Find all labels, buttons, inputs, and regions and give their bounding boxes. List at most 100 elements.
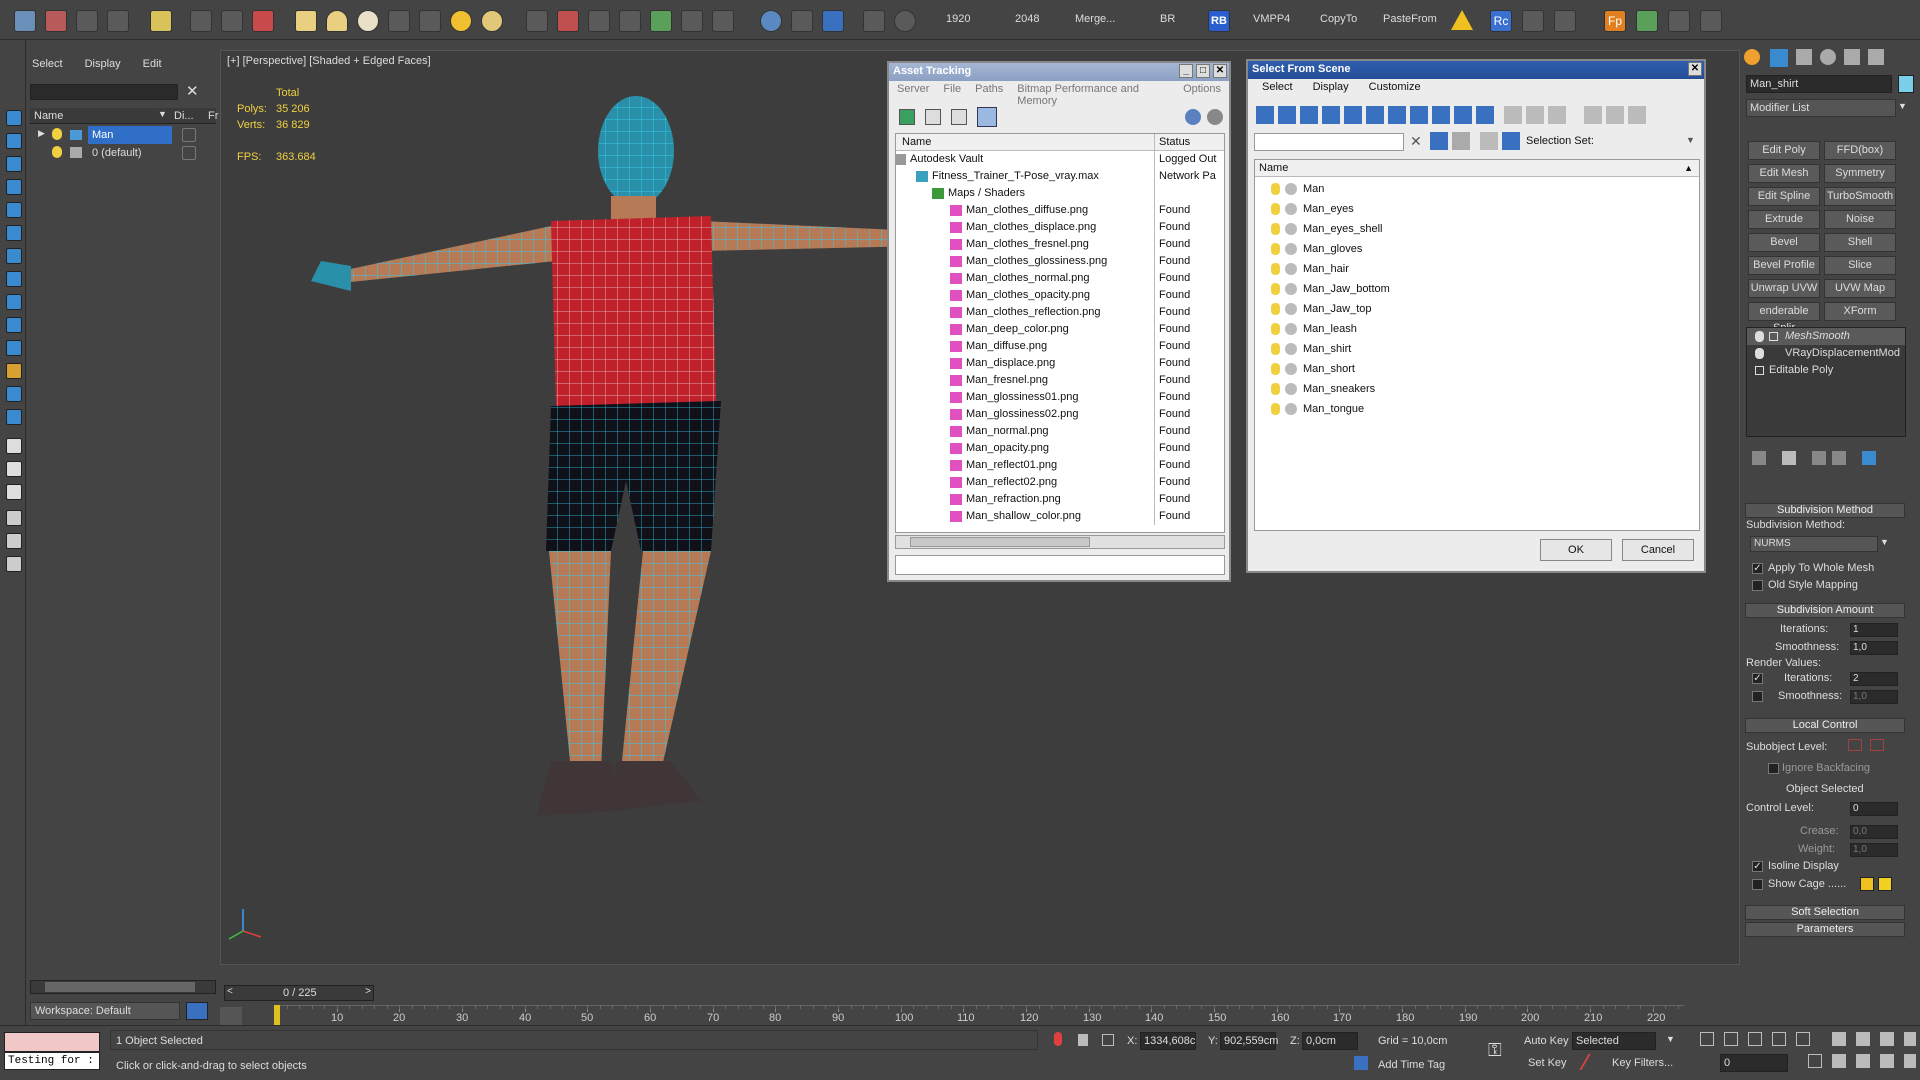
sphere-half-icon[interactable] (326, 10, 348, 32)
dynamics-icon[interactable] (557, 10, 579, 32)
stack-item-meshsmooth[interactable]: MeshSmooth (1747, 328, 1905, 345)
box-icon[interactable] (295, 10, 317, 32)
modify-tab-icon[interactable] (1770, 49, 1788, 67)
modifier-button[interactable]: Symmetry (1824, 164, 1896, 183)
modifier-button[interactable]: Edit Mesh (1748, 164, 1820, 183)
show-end-result-icon[interactable] (1782, 451, 1796, 465)
modifier-button[interactable]: Bevel (1748, 233, 1820, 252)
tree-icon[interactable] (1636, 10, 1658, 32)
maximize-icon[interactable]: □ (1196, 64, 1210, 78)
systems-icon[interactable] (6, 271, 22, 287)
groups-filter-icon[interactable] (1388, 106, 1406, 124)
object-name-field[interactable]: Man_shirt (1746, 75, 1892, 93)
key-icon[interactable]: ⚿ (1488, 1040, 1502, 1061)
sphere-icon[interactable] (357, 10, 379, 32)
select-dependents-icon[interactable] (1452, 132, 1470, 150)
explorer-item-label[interactable]: 0 (default) (88, 144, 142, 162)
goto-end-icon[interactable] (1796, 1032, 1810, 1046)
zoom-extents-icon[interactable] (1880, 1032, 1894, 1046)
groups-icon[interactable] (6, 363, 22, 379)
menu-select[interactable]: Select (1262, 81, 1293, 95)
time-config-icon[interactable] (1808, 1054, 1822, 1068)
asset-hscrollbar[interactable] (895, 535, 1225, 549)
zoom-all-icon[interactable] (1856, 1032, 1870, 1046)
scene-object-row[interactable]: Man_leash (1255, 319, 1699, 339)
control-level-spinner[interactable]: 0 (1850, 802, 1898, 816)
goto-start-icon[interactable] (1700, 1032, 1714, 1046)
explorer-item-layer[interactable]: 0 (default) (30, 144, 216, 162)
unlink-icon[interactable] (76, 10, 98, 32)
isoline-display-checkbox[interactable]: ✓ (1752, 861, 1763, 872)
asset-row[interactable]: Man_reflect02.png Found (896, 474, 1224, 491)
key-filters-button[interactable]: Key Filters... (1612, 1057, 1673, 1069)
vertex-level-icon[interactable] (1848, 739, 1862, 751)
modifier-button[interactable]: TurboSmooth (1824, 187, 1896, 206)
spacewarps-icon[interactable] (6, 248, 22, 264)
lights-filter-icon[interactable] (1300, 106, 1318, 124)
filter-icon[interactable] (1584, 106, 1602, 124)
material-sphere-icon[interactable] (760, 10, 782, 32)
asset-tracking-titlebar[interactable]: Asset Tracking _ □ ✕ (889, 63, 1229, 81)
viewport-label[interactable]: [+] [Perspective] [Shaded + Edged Faces] (227, 55, 431, 67)
set-key-button[interactable]: Set Key (1528, 1057, 1567, 1069)
iterations-spinner[interactable]: 1 (1850, 623, 1898, 637)
asset-path-field[interactable] (895, 555, 1225, 575)
tools-icon[interactable] (1522, 10, 1544, 32)
menu-paths[interactable]: Paths (975, 83, 1003, 97)
fur-icon[interactable] (712, 10, 734, 32)
auto-key-button[interactable]: Auto Key (1524, 1035, 1569, 1047)
menu-display[interactable]: Display (1313, 81, 1349, 95)
freeze-toggle-icon[interactable] (182, 128, 196, 142)
filter-icon[interactable] (6, 510, 22, 526)
chevron-down-icon[interactable]: ▼ (1666, 1034, 1675, 1044)
explorer-search-input[interactable] (30, 84, 178, 100)
render-height-button[interactable]: 2048 (1015, 13, 1039, 25)
undo-icon[interactable] (14, 10, 36, 32)
cancel-button[interactable]: Cancel (1622, 539, 1694, 561)
render-iterations-spinner[interactable]: 2 (1850, 672, 1898, 686)
key-mode-dropdown[interactable]: Selected (1572, 1032, 1656, 1050)
scene-object-row[interactable]: Man (1255, 179, 1699, 199)
z-coordinate-field[interactable]: 0,0cm (1302, 1032, 1358, 1050)
table-icon[interactable] (1700, 10, 1722, 32)
asset-row[interactable]: Man_glossiness02.png Found (896, 406, 1224, 423)
prev-key-icon[interactable] (1724, 1032, 1738, 1046)
orbit-icon[interactable] (1880, 1054, 1894, 1068)
gear-icon[interactable] (619, 10, 641, 32)
render-setup-icon[interactable] (791, 10, 813, 32)
options-icon[interactable] (1628, 106, 1646, 124)
make-unique-icon[interactable] (1812, 451, 1826, 465)
asset-row[interactable]: Man_opacity.png Found (896, 440, 1224, 457)
timeline-ruler[interactable]: 10 20 30 40 50 60 70 80 90 100 110 120 130 140 150 160 1… (274, 1005, 1684, 1025)
containers-icon[interactable] (6, 317, 22, 333)
bones-filter-icon[interactable] (1432, 106, 1450, 124)
pin-stack-icon[interactable] (1752, 451, 1766, 465)
options-icon[interactable] (6, 556, 22, 572)
thumbnail-view-icon[interactable] (951, 109, 967, 125)
br-button[interactable]: BR (1160, 13, 1175, 25)
fov-icon[interactable] (1832, 1054, 1846, 1068)
motion-tab-icon[interactable] (1820, 49, 1836, 65)
rc-button[interactable]: Rc (1490, 10, 1512, 32)
warning-icon[interactable] (1451, 10, 1473, 30)
asset-row[interactable]: Man_clothes_fresnel.png Found (896, 236, 1224, 253)
grass-icon[interactable] (650, 10, 672, 32)
help-icon[interactable] (1185, 109, 1201, 125)
local-control-rollout[interactable]: Local Control (1745, 718, 1905, 733)
x-coordinate-field[interactable]: 1334,608c (1140, 1032, 1196, 1050)
context-help-icon[interactable] (1207, 109, 1223, 125)
select-none-icon[interactable] (1526, 106, 1544, 124)
scene-search-input[interactable] (1254, 133, 1404, 151)
prev-frame-icon[interactable]: < (227, 986, 233, 997)
select-object-icon[interactable] (190, 10, 212, 32)
close-icon[interactable]: ✕ (1213, 64, 1227, 78)
vmpp-button[interactable]: VMPP4 (1253, 13, 1290, 25)
edge-level-icon[interactable] (1870, 739, 1884, 751)
select-all-icon[interactable] (1504, 106, 1522, 124)
scrollbar-thumb[interactable] (45, 982, 195, 992)
rb-button[interactable]: RB (1208, 10, 1230, 32)
time-cursor[interactable] (274, 1005, 280, 1025)
soft-selection-rollout[interactable]: Soft Selection (1745, 905, 1905, 920)
helper-icon[interactable] (588, 10, 610, 32)
explorer-menu-edit[interactable]: Edit (143, 58, 162, 76)
